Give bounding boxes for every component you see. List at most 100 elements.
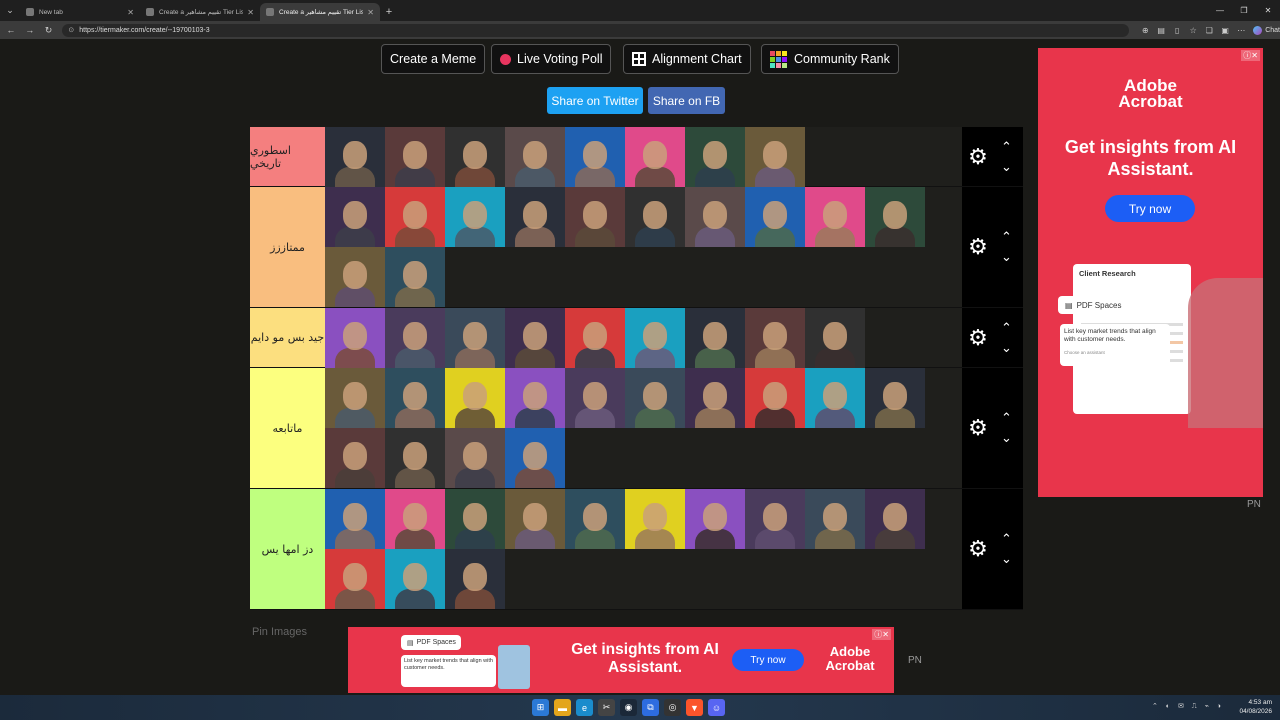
gear-icon[interactable]: ⚙ bbox=[967, 145, 989, 168]
ad-try-now-button[interactable]: Try now bbox=[1105, 195, 1195, 222]
tier-item-image[interactable] bbox=[625, 127, 685, 187]
zoom-icon[interactable]: ⊕ bbox=[1137, 26, 1153, 35]
chevron-up-icon[interactable]: ⌃ bbox=[1001, 230, 1012, 243]
pin-images-label[interactable]: Pin Images bbox=[252, 626, 307, 638]
gear-icon[interactable]: ⚙ bbox=[967, 417, 989, 439]
restore-icon[interactable]: ❐ bbox=[1232, 0, 1256, 20]
tab-tiermaker-2[interactable]: Create a تقييم مشاهير Tier List - Ti ✕ bbox=[260, 3, 380, 21]
tier-item-image[interactable] bbox=[445, 127, 505, 187]
tier-item-image[interactable] bbox=[745, 489, 805, 549]
tier-item-image[interactable] bbox=[505, 308, 565, 368]
split-screen-icon[interactable]: ▯ bbox=[1169, 26, 1185, 35]
tier-item-image[interactable] bbox=[505, 368, 565, 428]
tier-item-image[interactable] bbox=[385, 247, 445, 307]
tier-item-image[interactable] bbox=[565, 368, 625, 428]
tab-close-icon[interactable]: ✕ bbox=[247, 8, 254, 17]
tier-items-dropzone[interactable] bbox=[325, 368, 962, 488]
tier-item-image[interactable] bbox=[625, 187, 685, 247]
file-explorer-icon[interactable]: ▬ bbox=[554, 699, 571, 716]
gear-icon[interactable]: ⚙ bbox=[967, 236, 989, 258]
tier-item-image[interactable] bbox=[745, 368, 805, 428]
close-window-icon[interactable]: ✕ bbox=[1256, 0, 1280, 20]
brave-icon[interactable]: ▼ bbox=[686, 699, 703, 716]
side-advertisement[interactable]: ⓘ✕ Adobe Acrobat Get insights from AI As… bbox=[1038, 48, 1263, 497]
tier-item-image[interactable] bbox=[865, 187, 925, 247]
bottom-advertisement[interactable]: ⓘ✕ ▤ PDF Spaces List key market trends th… bbox=[348, 627, 894, 693]
live-voting-poll-button[interactable]: Live Voting Poll bbox=[491, 44, 612, 74]
tier-item-image[interactable] bbox=[385, 368, 445, 428]
tier-item-image[interactable] bbox=[445, 308, 505, 368]
tier-item-image[interactable] bbox=[385, 549, 445, 609]
reload-icon[interactable]: ↻ bbox=[41, 25, 57, 36]
tier-item-image[interactable] bbox=[325, 489, 385, 549]
edge-icon[interactable]: e bbox=[576, 699, 593, 716]
tab-close-icon[interactable]: ✕ bbox=[127, 8, 134, 17]
tier-item-image[interactable] bbox=[445, 549, 505, 609]
tier-item-image[interactable] bbox=[385, 489, 445, 549]
tier-item-image[interactable] bbox=[745, 308, 805, 368]
gear-icon[interactable]: ⚙ bbox=[967, 326, 989, 349]
tier-item-image[interactable] bbox=[385, 187, 445, 247]
chevron-up-icon[interactable]: ⌃ bbox=[1001, 411, 1012, 424]
forward-arrow-icon[interactable]: → bbox=[22, 25, 38, 35]
tier-item-image[interactable] bbox=[505, 127, 565, 187]
copilot-chat-button[interactable]: Chat bbox=[1253, 25, 1280, 35]
chevron-down-icon[interactable]: ⌄ bbox=[1001, 552, 1012, 565]
alignment-chart-button[interactable]: Alignment Chart bbox=[623, 44, 751, 74]
capcut-icon[interactable]: ✂ bbox=[598, 699, 615, 716]
chevron-down-icon[interactable]: ⌄ bbox=[1001, 341, 1012, 354]
tier-label[interactable]: جيد بس مو دايم bbox=[250, 308, 325, 367]
share-twitter-button[interactable]: Share on Twitter bbox=[547, 87, 643, 114]
tier-item-image[interactable] bbox=[685, 187, 745, 247]
bottom-ad-try-now-button[interactable]: Try now bbox=[732, 649, 804, 671]
chevron-down-icon[interactable]: ⌄ bbox=[1001, 431, 1012, 444]
tier-item-image[interactable] bbox=[445, 187, 505, 247]
tab-search-icon[interactable]: ⌄ bbox=[0, 0, 20, 21]
tier-item-image[interactable] bbox=[685, 127, 745, 187]
minimize-icon[interactable]: — bbox=[1208, 0, 1232, 20]
chevron-down-icon[interactable]: ⌄ bbox=[1001, 250, 1012, 263]
tier-item-image[interactable] bbox=[805, 187, 865, 247]
tier-item-image[interactable] bbox=[625, 489, 685, 549]
tier-label[interactable]: ممتاززز bbox=[250, 187, 325, 307]
tier-item-image[interactable] bbox=[325, 368, 385, 428]
tier-label[interactable]: اسطوري تاريخي bbox=[250, 127, 325, 186]
tier-label[interactable]: دز امها يس bbox=[250, 489, 325, 609]
tier-items-dropzone[interactable] bbox=[325, 187, 962, 307]
tab-tiermaker-1[interactable]: Create a تقييم مشاهير Tier List - Tie ✕ bbox=[140, 3, 260, 21]
store-icon[interactable]: ⧉ bbox=[642, 699, 659, 716]
tier-item-image[interactable] bbox=[325, 549, 385, 609]
tier-item-image[interactable] bbox=[325, 247, 385, 307]
tier-item-image[interactable] bbox=[325, 428, 385, 488]
tier-item-image[interactable] bbox=[325, 308, 385, 368]
chevron-up-icon[interactable]: ⌃ bbox=[1001, 140, 1012, 153]
tab-new-tab[interactable]: New tab ✕ bbox=[20, 3, 140, 21]
tier-item-image[interactable] bbox=[565, 308, 625, 368]
tier-label[interactable]: ماتابعه bbox=[250, 368, 325, 488]
system-tray[interactable]: ⌃ ◐ ✉ ⎍ ⌁ ◑ bbox=[1152, 702, 1224, 711]
extension-icon[interactable]: ▣ bbox=[1217, 26, 1233, 35]
tier-items-dropzone[interactable] bbox=[325, 489, 962, 609]
tier-item-image[interactable] bbox=[445, 368, 505, 428]
chevron-down-icon[interactable]: ⌄ bbox=[1001, 160, 1012, 173]
create-meme-button[interactable]: Create a Meme bbox=[381, 44, 486, 74]
back-arrow-icon[interactable]: ← bbox=[3, 25, 19, 35]
tier-items-dropzone[interactable] bbox=[325, 127, 962, 187]
tier-item-image[interactable] bbox=[745, 127, 805, 187]
tier-item-image[interactable] bbox=[385, 428, 445, 488]
ad-choices-icon[interactable]: ⓘ✕ bbox=[872, 629, 891, 640]
tier-item-image[interactable] bbox=[685, 308, 745, 368]
tier-item-image[interactable] bbox=[625, 308, 685, 368]
steam-icon[interactable]: ◉ bbox=[620, 699, 637, 716]
chevron-up-icon[interactable]: ⌃ bbox=[1001, 532, 1012, 545]
chevron-up-icon[interactable]: ⌃ bbox=[1001, 321, 1012, 334]
more-menu-icon[interactable]: ⋯ bbox=[1233, 26, 1249, 35]
tier-item-image[interactable] bbox=[445, 428, 505, 488]
favorite-star-icon[interactable]: ☆ bbox=[1185, 26, 1201, 35]
new-tab-plus-icon[interactable]: + bbox=[380, 3, 398, 21]
tier-items-dropzone[interactable] bbox=[325, 308, 962, 368]
url-input[interactable]: ⊙ https://tiermaker.com/create/--1970010… bbox=[62, 23, 1130, 37]
tier-item-image[interactable] bbox=[505, 489, 565, 549]
gear-icon[interactable]: ⚙ bbox=[967, 538, 989, 560]
site-info-icon[interactable]: ⊙ bbox=[68, 26, 74, 34]
